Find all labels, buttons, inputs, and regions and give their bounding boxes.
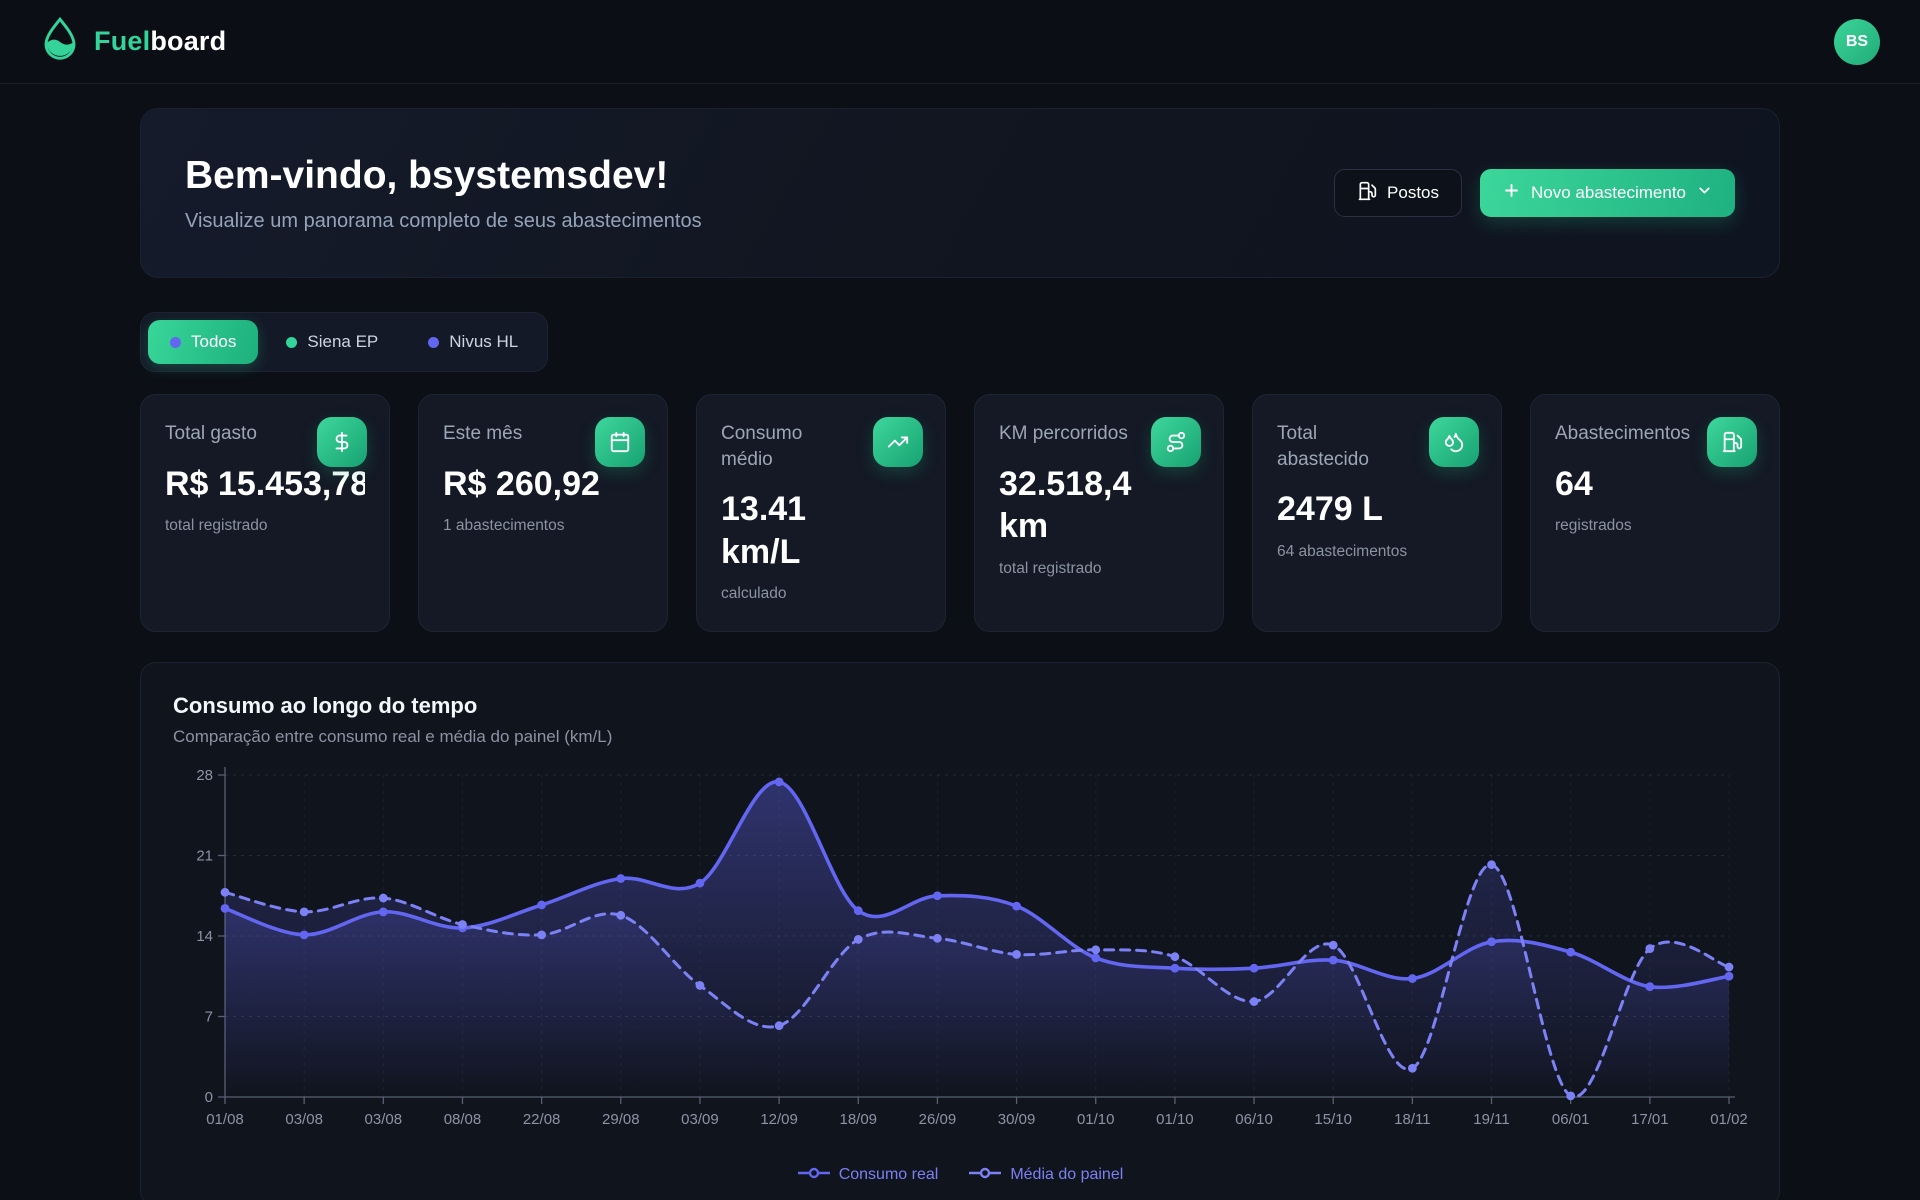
chart-legend: Consumo real Média do painel	[173, 1166, 1747, 1190]
stat-card-este-mes: Este mês R$ 260,92 1 abastecimentos	[418, 394, 668, 632]
welcome-text: Bem-vindo, bsystemsdev! Visualize um pan…	[185, 154, 702, 233]
chart-subtitle: Comparação entre consumo real e média do…	[173, 727, 1747, 747]
svg-text:19/11: 19/11	[1473, 1111, 1509, 1128]
top-bar: Fuelboard BS	[0, 0, 1920, 84]
svg-text:01/10: 01/10	[1077, 1111, 1115, 1128]
svg-text:30/09: 30/09	[998, 1111, 1036, 1128]
stat-card-consumo-medio: Consumo médio 13.41 km/L calculado	[696, 394, 946, 632]
svg-text:12/09: 12/09	[760, 1111, 798, 1128]
welcome-title: Bem-vindo, bsystemsdev!	[185, 154, 702, 198]
stat-card-km-percorridos: KM percorridos 32.518,4 km total registr…	[974, 394, 1224, 632]
vehicle-filter-tabs: Todos Siena EP Nivus HL	[140, 312, 548, 372]
droplet-logo-icon	[40, 16, 80, 67]
svg-text:29/08: 29/08	[602, 1111, 640, 1128]
welcome-banner: Bem-vindo, bsystemsdev! Visualize um pan…	[140, 108, 1780, 278]
svg-text:21: 21	[196, 848, 213, 865]
chart-title: Consumo ao longo do tempo	[173, 693, 1747, 719]
route-icon	[1151, 417, 1201, 467]
trending-up-icon	[873, 417, 923, 467]
tab-todos[interactable]: Todos	[148, 320, 258, 364]
svg-text:03/09: 03/09	[681, 1111, 719, 1128]
svg-text:0: 0	[205, 1089, 213, 1106]
chart-area: 0 7 14 21 28 01/08 03/08 03/08 08/08 22/08 29/08 03…	[173, 761, 1747, 1164]
tab-siena-ep[interactable]: Siena EP	[264, 320, 400, 364]
novo-abastecimento-button[interactable]: Novo abastecimento	[1480, 169, 1735, 217]
stat-card-total-gasto: Total gasto R$ 15.453,78 total registrad…	[140, 394, 390, 632]
svg-text:01/08: 01/08	[206, 1111, 244, 1128]
todos-dot-icon	[170, 337, 181, 348]
postos-button[interactable]: Postos	[1334, 169, 1462, 217]
nivus-dot-icon	[428, 337, 439, 348]
stat-card-abastecimentos: Abastecimentos 64 registrados	[1530, 394, 1780, 632]
svg-text:26/09: 26/09	[919, 1111, 957, 1128]
svg-text:06/01: 06/01	[1552, 1111, 1590, 1128]
app-title: Fuelboard	[94, 26, 226, 57]
svg-text:18/11: 18/11	[1394, 1111, 1430, 1128]
svg-text:01/10: 01/10	[1156, 1111, 1194, 1128]
stat-card-total-abastecido: Total abastecido 2479 L 64 abastecimento…	[1252, 394, 1502, 632]
consumption-chart: 0 7 14 21 28 01/08 03/08 03/08 08/08 22/08 29/08 03…	[173, 761, 1749, 1159]
banner-actions: Postos Novo abastecimento	[1334, 169, 1735, 217]
solid-line-marker-icon	[797, 1166, 831, 1184]
droplets-icon	[1429, 417, 1479, 467]
legend-consumo-real[interactable]: Consumo real	[797, 1166, 939, 1184]
dollar-icon	[317, 417, 367, 467]
fuel-pump-icon	[1707, 417, 1757, 467]
svg-text:7: 7	[205, 1009, 213, 1026]
legend-media-painel[interactable]: Média do painel	[968, 1166, 1123, 1184]
plus-icon	[1502, 181, 1521, 205]
svg-text:06/10: 06/10	[1235, 1111, 1273, 1128]
svg-text:18/09: 18/09	[839, 1111, 877, 1128]
stats-row: Total gasto R$ 15.453,78 total registrad…	[140, 394, 1780, 632]
brand: Fuelboard	[40, 16, 226, 67]
svg-text:03/08: 03/08	[285, 1111, 323, 1128]
svg-text:15/10: 15/10	[1314, 1111, 1352, 1128]
siena-dot-icon	[286, 337, 297, 348]
calendar-icon	[595, 417, 645, 467]
consumption-chart-card: Consumo ao longo do tempo Comparação ent…	[140, 662, 1780, 1200]
svg-text:17/01: 17/01	[1631, 1111, 1669, 1128]
svg-text:08/08: 08/08	[444, 1111, 482, 1128]
welcome-subtitle: Visualize um panorama completo de seus a…	[185, 210, 702, 233]
dashed-line-marker-icon	[968, 1166, 1002, 1184]
svg-text:28: 28	[196, 767, 213, 784]
svg-text:01/02: 01/02	[1710, 1111, 1748, 1128]
tab-nivus-hl[interactable]: Nivus HL	[406, 320, 540, 364]
chevron-down-icon	[1696, 182, 1713, 204]
svg-text:14: 14	[196, 928, 213, 945]
fuel-pump-icon	[1357, 181, 1377, 206]
svg-text:22/08: 22/08	[523, 1111, 561, 1128]
svg-text:03/08: 03/08	[365, 1111, 403, 1128]
user-avatar[interactable]: BS	[1834, 19, 1880, 65]
